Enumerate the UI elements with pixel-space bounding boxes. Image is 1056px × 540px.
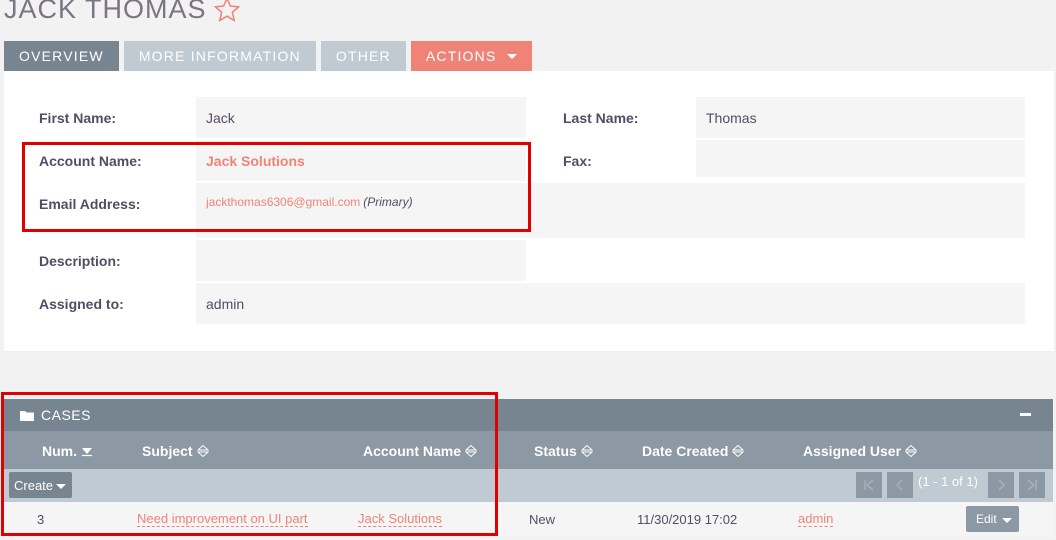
highlight-box-cases — [1, 392, 498, 536]
description-value — [196, 240, 526, 281]
highlight-box-account-email — [22, 142, 531, 232]
tab-overview-label: OVERVIEW — [19, 48, 104, 64]
assigned-to-value: admin — [196, 283, 1025, 324]
fax-label: Fax: — [563, 153, 592, 169]
last-name-value: Thomas — [696, 97, 1025, 138]
detail-tabs: OVERVIEW MORE INFORMATION OTHER ACTIONS — [4, 41, 532, 71]
case-status: New — [529, 512, 556, 527]
prev-page-icon — [895, 479, 903, 491]
tab-more-information[interactable]: MORE INFORMATION — [123, 41, 316, 71]
prev-page-button[interactable] — [887, 472, 913, 498]
last-name-label: Last Name: — [563, 110, 639, 126]
fax-value — [696, 140, 1025, 177]
edit-label: Edit — [976, 512, 997, 526]
first-name-text: Jack — [206, 109, 235, 126]
record-title: JACK THOMAS — [4, 0, 207, 24]
tab-more-information-label: MORE INFORMATION — [138, 48, 301, 64]
page-title: JACK THOMAS — [4, 0, 241, 25]
actions-menu-button[interactable]: ACTIONS — [410, 41, 532, 71]
first-name-label: First Name: — [39, 110, 117, 126]
last-page-icon — [1027, 479, 1037, 491]
chevron-down-icon — [506, 53, 517, 59]
tab-other[interactable]: OTHER — [320, 41, 406, 71]
actions-label: ACTIONS — [425, 48, 497, 64]
first-name-value: Jack — [196, 97, 526, 138]
collapse-icon[interactable] — [1020, 413, 1031, 416]
favorite-star-icon[interactable] — [213, 0, 241, 24]
description-label: Description: — [39, 253, 121, 269]
sort-icon — [732, 445, 745, 457]
first-page-button[interactable] — [856, 472, 882, 498]
first-page-icon — [864, 479, 874, 491]
sort-icon — [580, 445, 593, 457]
column-date-created-label: Date Created — [642, 443, 729, 459]
assigned-to-text: admin — [206, 295, 245, 312]
next-page-button[interactable] — [988, 472, 1014, 498]
last-name-text: Thomas — [706, 109, 757, 126]
next-page-icon — [998, 479, 1006, 491]
column-status-label: Status — [534, 443, 577, 459]
column-assigned-user-label: Assigned User — [803, 443, 902, 459]
last-page-button[interactable] — [1019, 472, 1045, 498]
pagination-text: (1 - 1 of 1) — [918, 474, 978, 489]
edit-case-button[interactable]: Edit — [966, 506, 1019, 532]
tab-overview[interactable]: OVERVIEW — [4, 41, 119, 71]
column-assigned-user[interactable]: Assigned User — [803, 443, 918, 459]
chevron-down-icon — [1001, 518, 1012, 523]
assigned-to-label: Assigned to: — [39, 296, 124, 312]
case-date-created: 11/30/2019 17:02 — [637, 512, 738, 527]
sort-icon — [905, 445, 918, 457]
tab-other-label: OTHER — [335, 48, 391, 64]
column-status[interactable]: Status — [534, 443, 593, 459]
column-date-created[interactable]: Date Created — [642, 443, 745, 459]
case-assigned-user-link[interactable]: admin — [798, 512, 834, 527]
